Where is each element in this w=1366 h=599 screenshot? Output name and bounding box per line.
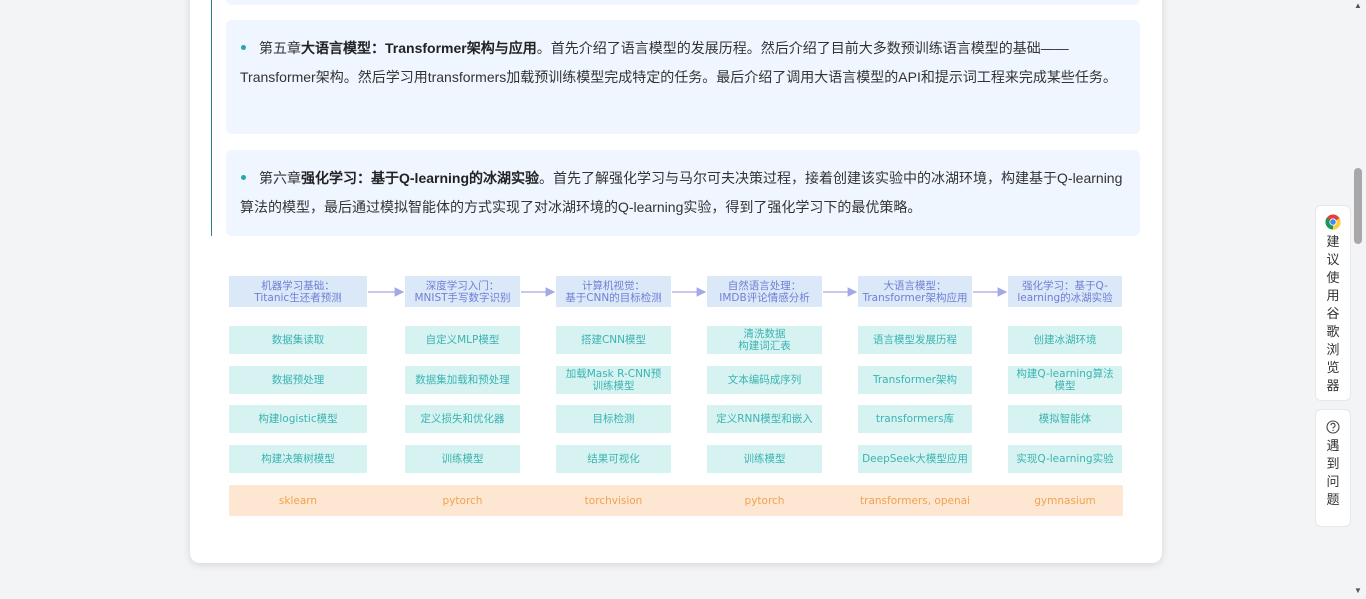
browser-recommend-panel[interactable]: 建议使用谷歌浏览器	[1315, 205, 1351, 401]
chapter-item: 第五章大语言模型：Transformer架构与应用。首先介绍了语言模型的发展历程…	[226, 20, 1140, 134]
scroll-down-arrow[interactable]: ▼	[1354, 587, 1362, 595]
scroll-up-arrow[interactable]: ▲	[1354, 2, 1362, 10]
bullet-icon	[241, 45, 246, 51]
help-panel[interactable]: 遇到问题	[1315, 409, 1351, 527]
chapter-title: 强化学习：基于Q-learning的冰湖实验	[301, 170, 540, 186]
previous-chapter-box	[226, 0, 1140, 5]
timeline-line	[211, 0, 212, 236]
scrollbar-thumb[interactable]	[1354, 168, 1362, 244]
browser-recommend-text: 建议使用谷歌浏览器	[1326, 234, 1340, 393]
help-text: 遇到问题	[1326, 438, 1340, 507]
chapter-item: 第六章强化学习：基于Q-learning的冰湖实验。首先了解强化学习与马尔可夫决…	[226, 150, 1140, 236]
chapter-title: 大语言模型：Transformer架构与应用	[301, 40, 537, 56]
chrome-icon	[1325, 214, 1341, 230]
question-circle-icon	[1326, 420, 1340, 434]
bullet-icon	[241, 175, 246, 181]
